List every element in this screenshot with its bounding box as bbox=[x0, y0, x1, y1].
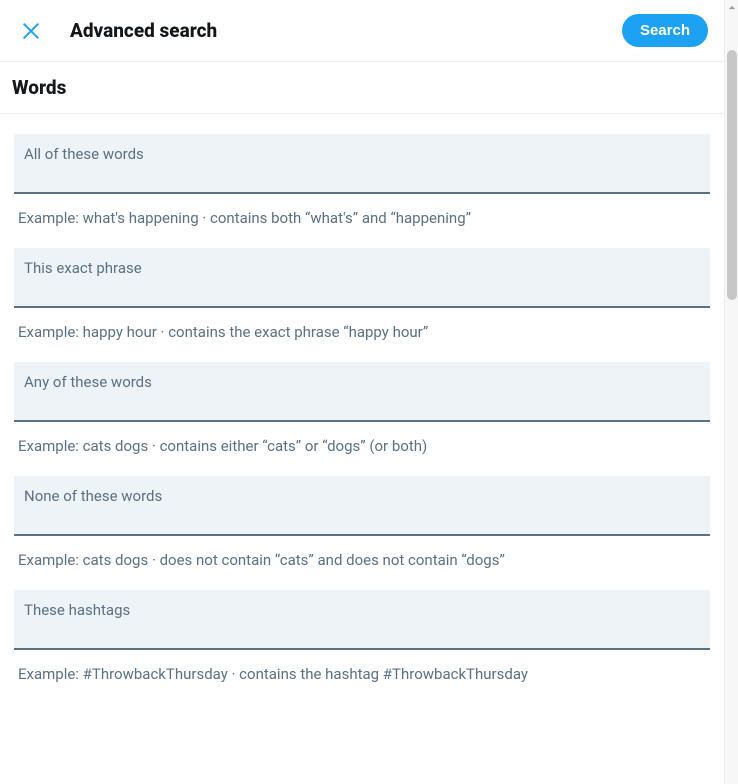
close-icon bbox=[20, 20, 42, 42]
words-fields: All of these words Example: what's happe… bbox=[0, 134, 724, 702]
all-words-input[interactable]: All of these words bbox=[14, 134, 710, 194]
search-button[interactable]: Search bbox=[622, 14, 708, 47]
field-any-words: Any of these words Example: cats dogs · … bbox=[14, 362, 710, 456]
all-words-label: All of these words bbox=[24, 144, 700, 164]
close-button[interactable] bbox=[20, 20, 42, 42]
exact-phrase-input[interactable]: This exact phrase bbox=[14, 248, 710, 308]
exact-phrase-example: Example: happy hour · contains the exact… bbox=[14, 308, 710, 342]
any-words-example: Example: cats dogs · contains either “ca… bbox=[14, 422, 710, 456]
field-hashtags: These hashtags Example: #ThrowbackThursd… bbox=[14, 590, 710, 684]
hashtags-example: Example: #ThrowbackThursday · contains t… bbox=[14, 650, 710, 684]
header-left: Advanced search bbox=[20, 19, 217, 42]
vertical-scrollbar[interactable] bbox=[724, 0, 738, 784]
none-words-example: Example: cats dogs · does not contain “c… bbox=[14, 536, 710, 570]
hashtags-label: These hashtags bbox=[24, 600, 700, 620]
hashtags-input[interactable]: These hashtags bbox=[14, 590, 710, 650]
any-words-input[interactable]: Any of these words bbox=[14, 362, 710, 422]
dialog-title: Advanced search bbox=[70, 19, 217, 42]
none-words-label: None of these words bbox=[24, 486, 700, 506]
all-words-example: Example: what's happening · contains bot… bbox=[14, 194, 710, 228]
scrollbar-arrow-up-icon[interactable] bbox=[725, 0, 738, 15]
any-words-label: Any of these words bbox=[24, 372, 700, 392]
dialog-header: Advanced search Search bbox=[0, 0, 724, 62]
exact-phrase-label: This exact phrase bbox=[24, 258, 700, 278]
field-exact-phrase: This exact phrase Example: happy hour · … bbox=[14, 248, 710, 342]
section-title-words: Words bbox=[0, 62, 724, 114]
field-all-words: All of these words Example: what's happe… bbox=[14, 134, 710, 228]
scrollbar-thumb[interactable] bbox=[727, 50, 737, 300]
none-words-input[interactable]: None of these words bbox=[14, 476, 710, 536]
field-none-words: None of these words Example: cats dogs ·… bbox=[14, 476, 710, 570]
